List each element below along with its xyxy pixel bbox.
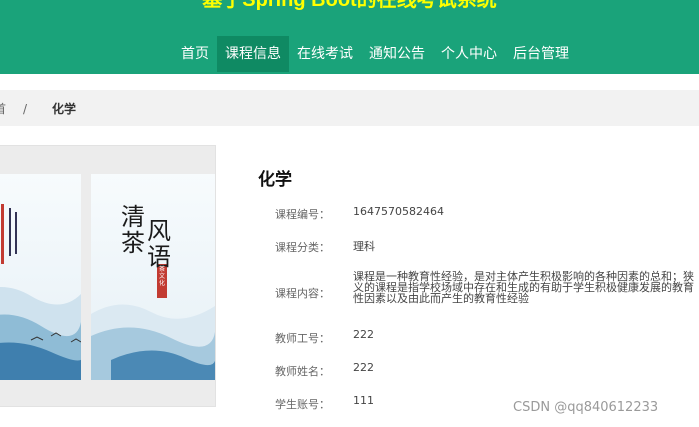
field-value-student-account: 111 (353, 394, 374, 407)
field-value-content: 课程是一种教育性经验，是对主体产生积极影响的各种因素的总和；狭义的课程是指学校场… (353, 270, 694, 305)
breadcrumb-home[interactable]: 首 (0, 90, 6, 128)
field-label-course-id: 课程编号： (275, 208, 330, 221)
csdn-watermark: CSDN @qq840612233 (513, 400, 659, 415)
field-value-category: 理科 (353, 240, 375, 253)
course-name: 化学 (258, 170, 292, 190)
field-label-teacher-id: 教师工号： (275, 332, 330, 345)
nav-user-center[interactable]: 个人中心 (433, 36, 505, 72)
field-label-category: 课程分类： (275, 241, 330, 254)
course-cover-image: 清 茶 风 语 茶文化 (0, 145, 216, 407)
main-nav: 首页 课程信息 在线考试 通知公告 个人中心 后台管理 (173, 36, 577, 72)
nav-notices[interactable]: 通知公告 (361, 36, 433, 72)
field-label-teacher-name: 教师姓名： (275, 365, 330, 378)
header: 基于Spring Boot的在线考试系统 首页 课程信息 在线考试 通知公告 个… (0, 0, 699, 74)
field-value-course-id: 1647570582464 (353, 205, 444, 218)
cover-illustration (0, 174, 215, 380)
field-value-teacher-name: 222 (353, 361, 374, 374)
breadcrumb: 首 / 化学 (0, 90, 699, 126)
field-label-student-account: 学生账号： (275, 398, 330, 411)
nav-course-info[interactable]: 课程信息 (217, 36, 289, 72)
cover-title-col-2: 风 语 (147, 217, 171, 271)
site-title: 基于Spring Boot的在线考试系统 (202, 0, 497, 11)
breadcrumb-separator: / (23, 102, 28, 116)
nav-admin[interactable]: 后台管理 (505, 36, 577, 72)
nav-online-exam[interactable]: 在线考试 (289, 36, 361, 72)
cover-seal: 茶文化 (158, 266, 165, 287)
cover-title-col-1: 清 茶 (121, 203, 145, 257)
nav-home[interactable]: 首页 (173, 36, 217, 72)
field-value-teacher-id: 222 (353, 328, 374, 341)
field-label-content: 课程内容： (275, 287, 330, 300)
breadcrumb-current: 化学 (52, 102, 77, 116)
